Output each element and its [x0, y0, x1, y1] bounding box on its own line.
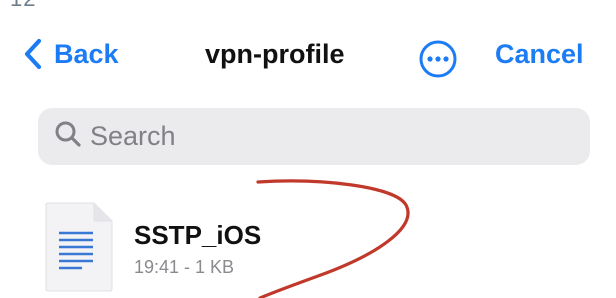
file-list-item[interactable]: SSTP_iOS 19:41 - 1 KB — [38, 195, 598, 295]
back-label: Back — [54, 38, 119, 69]
back-button[interactable]: Back — [24, 38, 119, 70]
search-input[interactable] — [90, 121, 570, 152]
search-bar[interactable] — [38, 108, 590, 165]
cancel-button[interactable]: Cancel — [495, 39, 584, 70]
status-bar-fragment: 12 — [10, 0, 36, 12]
file-name: SSTP_iOS — [134, 220, 262, 250]
navigation-bar: Back vpn-profile Cancel — [0, 30, 616, 82]
file-picker-screen: 12 Back vpn-profile Cancel — [0, 0, 616, 298]
chevron-left-icon — [24, 38, 42, 70]
page-title: vpn-profile — [205, 39, 345, 69]
search-icon — [54, 120, 82, 153]
ellipsis-circle-icon — [418, 40, 458, 83]
more-options-button[interactable] — [418, 39, 458, 79]
document-text-icon — [42, 201, 118, 293]
file-meta: 19:41 - 1 KB — [134, 257, 235, 277]
